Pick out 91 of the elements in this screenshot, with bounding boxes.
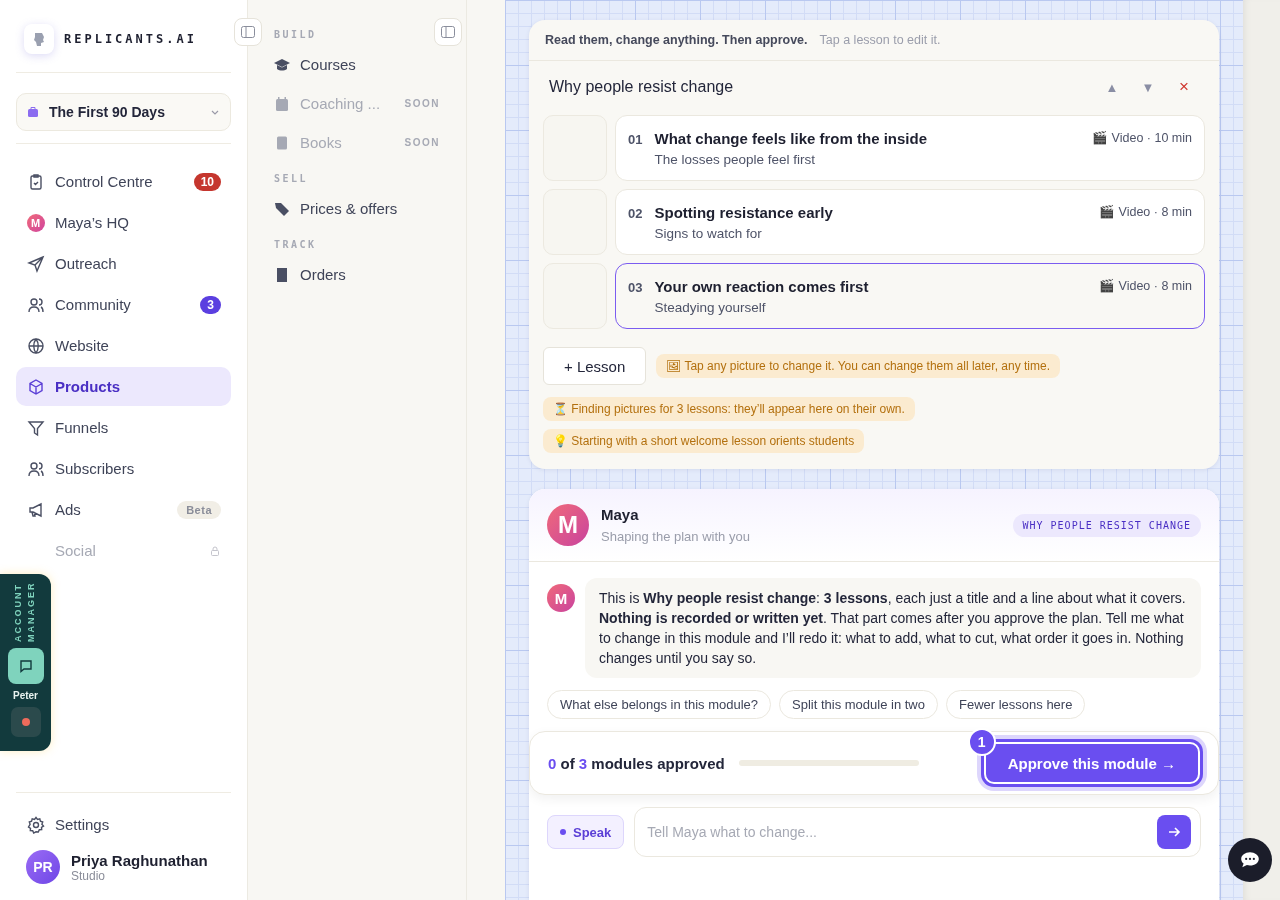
nav-item[interactable]: Funnels [16,408,231,447]
arrow-right-icon [1167,825,1181,839]
tip-note: 🖼 Tap any picture to change it. You can change them all later, any time. [656,354,1060,378]
progress-text: 0 of 3 modules approved [548,754,725,772]
nav-badge: Beta [177,500,221,519]
sidebar-icon [240,24,256,40]
subnav-item[interactable]: Orders [274,255,440,294]
nav-icon [26,254,45,273]
subnav-icon [274,200,290,217]
lesson-card[interactable]: 02 Spotting resistance early Signs to watch for 🎬 Video · 8 min [615,189,1205,255]
hint-text: Tap a lesson to edit it. [819,33,941,47]
nav-icon [26,336,45,355]
lesson-meta: 🎬 Video · 8 min [1099,278,1192,293]
lesson-title: What change feels like from the inside [654,130,929,147]
nav-icon [26,377,45,396]
nav-item[interactable]: Community 3 [16,285,231,324]
suggestion-chip[interactable]: Split this module in two [779,690,938,719]
lesson-card[interactable]: 01 What change feels like from the inside The losses people feel first 🎬 Video · 10 min [615,115,1205,181]
maya-avatar: M [547,504,589,546]
suggestion-chip[interactable]: What else belongs in this module? [547,690,771,719]
speak-button[interactable]: Speak [547,815,625,849]
account-manager-label: ACCOUNT MANAGER [11,582,37,642]
lesson-subtitle: The losses people feel first [654,152,817,167]
soon-tag: SOON [404,137,440,148]
lesson-subtitle: Signs to watch for [654,226,763,241]
lesson-meta: 🎬 Video · 8 min [1099,204,1192,219]
nav-badge: 3 [200,295,221,314]
lesson-card[interactable]: 03 Your own reaction comes first Steadying yourself 🎬 Video · 8 min [615,263,1205,329]
agent-status: Shaping the plan with you [601,529,751,544]
tip-note: 💡 Starting with a short welcome lesson orients students [543,429,865,453]
settings-icon [26,815,45,834]
nav-item[interactable]: Ads Beta [16,490,231,529]
sidebar-toggle-button[interactable] [234,18,262,46]
user-name: Priya Raghunathan [71,851,208,869]
message-input-field[interactable]: Tell Maya what to change... [634,807,1201,857]
briefcase-icon [27,106,39,118]
workspace-dropdown[interactable]: The First 90 Days [16,93,231,131]
add-lesson-button[interactable]: + Lesson [543,347,647,385]
subnav-icon [274,56,290,73]
logo-icon [24,24,54,54]
delete-button[interactable]: × [1169,77,1199,97]
nav-icon [26,295,45,314]
panel-toggle-button[interactable] [434,18,462,46]
step-badge: 1 [967,728,996,756]
tip-note: ⏳ Finding pictures for 3 lessons: they’ll appear here on their own. [543,397,915,421]
speech-bubble-icon [17,658,34,674]
subnav-item[interactable]: Prices & offers [274,189,440,228]
lesson-meta: 🎬 Video · 10 min [1092,130,1192,145]
nav-badge: 10 [193,172,221,191]
nav-item[interactable]: Outreach [16,244,231,283]
agent-name: Maya [601,506,640,523]
send-button[interactable] [1157,815,1191,849]
module-title[interactable]: Why people resist change [549,78,1091,96]
nav-item[interactable]: Website [16,326,231,365]
context-tag: WHY PEOPLE RESIST CHANGE [1012,513,1201,537]
lesson-subtitle: Steadying yourself [654,300,767,315]
record-dot-icon [21,718,30,726]
nav-icon [26,459,45,478]
lesson-number: 01 [628,131,643,147]
sidebar-icon [440,24,456,40]
brand-name: REPLICANTS.AI [64,32,197,46]
nav-icon [26,418,45,437]
subnav-item[interactable]: Courses [274,45,440,84]
manager-name: Peter [13,690,38,701]
record-button[interactable] [10,707,41,737]
user-plan: Studio [71,868,106,883]
nav-item[interactable]: Subscribers [16,449,231,488]
soon-tag: SOON [404,98,440,109]
lock-icon [209,544,221,557]
message-bubble: This is Why people resist change: 3 lessons, each just a title and a line about what it covers. Nothing is recorded or written yet. That part comes after you approve the plan. Tell me what to change in this module and I’ll redo it: what to add, what to cut, what order it goes in. Nothing changes until you say so. [585,578,1201,678]
suggestion-chip[interactable]: Fewer lessons here [945,690,1086,719]
section-heading: SELL [274,172,310,186]
lesson-title: Spotting resistance early [654,204,834,221]
nav-item[interactable]: Products [16,367,231,406]
nav-item[interactable]: Control Centre 10 [16,162,231,201]
lesson-number: 02 [628,205,643,221]
section-heading: TRACK [274,238,318,252]
nav-item[interactable]: M Maya’s HQ [16,203,231,242]
lesson-number: 03 [628,279,643,295]
subnav-icon [274,134,290,151]
maya-avatar: M [547,584,575,612]
lesson-title: Your own reaction comes first [654,278,870,295]
subnav-icon [274,266,290,283]
nav-icon [26,500,45,519]
section-heading: BUILD [274,28,318,42]
settings-link[interactable]: Settings [16,805,231,844]
chat-button[interactable] [7,648,44,684]
user-avatar[interactable]: PR [26,850,60,884]
subnav-icon [274,95,290,112]
maya-avatar-icon: M [26,213,45,232]
instruction-text: Read them, change anything. Then approve. [545,33,808,47]
